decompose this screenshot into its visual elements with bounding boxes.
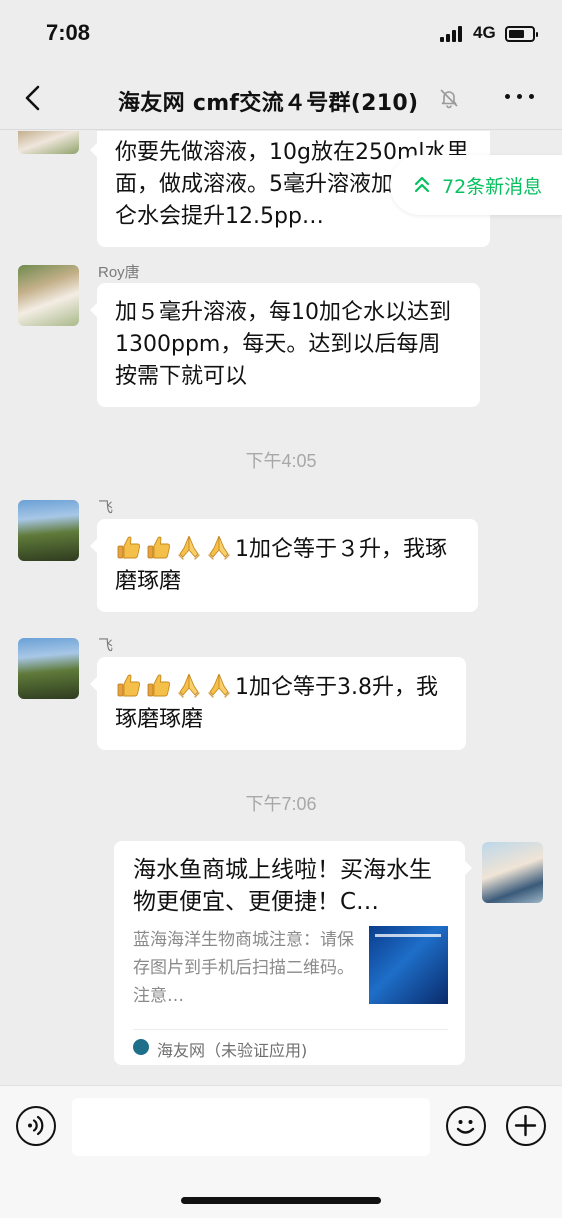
plus-icon xyxy=(514,1114,537,1137)
status-bar: 7:08 4G xyxy=(0,0,562,68)
signal-icon xyxy=(440,26,466,42)
sender-name: 飞 xyxy=(98,637,114,654)
network-label: 4G xyxy=(473,23,496,42)
emoji-button[interactable] xyxy=(446,1106,486,1146)
chevron-left-icon xyxy=(25,85,40,111)
praying-hands-icon xyxy=(208,673,230,698)
link-card[interactable]: 海水鱼商城上线啦！买海水生物更便宜、更便捷！C… 蓝海海洋生物商城注意：请保存图… xyxy=(114,841,472,1065)
praying-hands-icon xyxy=(208,535,230,560)
bell-off-icon xyxy=(438,87,460,109)
avatar[interactable] xyxy=(18,265,79,326)
thumbs-up-icon xyxy=(147,536,171,559)
message-bubble[interactable]: 1加仑等于3.8升，我琢磨琢磨 xyxy=(90,657,466,750)
card-description: 蓝海海洋生物商城注意：请保存图片到手机后扫描二维码。注意… xyxy=(133,930,354,1006)
card-thumbnail xyxy=(369,926,448,1004)
voice-button[interactable] xyxy=(16,1106,56,1146)
timestamp: 下午7:06 xyxy=(245,794,317,814)
app-icon xyxy=(133,1039,149,1055)
message-text: 加５毫升溶液，每10加仑水以达到1300ppm，每天。达到以后每周按需下就可以 xyxy=(115,300,451,389)
avatar[interactable] xyxy=(18,638,79,699)
praying-hands-icon xyxy=(178,535,200,560)
voice-icon xyxy=(28,1115,44,1136)
thumbs-up-icon xyxy=(117,674,141,697)
sender-name: 飞 xyxy=(98,499,114,516)
chat-title: 海友网 cmf交流４号群(210) xyxy=(118,91,419,116)
sender-name: Roy唐 xyxy=(98,264,140,281)
nav-bar: 海友网 cmf交流４号群(210) xyxy=(0,68,562,130)
emoji-row xyxy=(115,535,235,562)
avatar[interactable] xyxy=(18,500,79,561)
emoji-row xyxy=(115,673,235,700)
new-messages-button[interactable]: 72条新消息 xyxy=(390,155,562,215)
message-bubble[interactable]: 1加仑等于３升，我琢磨琢磨 xyxy=(90,519,478,612)
back-button[interactable] xyxy=(18,82,50,114)
message-list[interactable]: 你要先做溶液，10g放在250ml水里面，做成溶液。5毫升溶液加到1加仑水会提升… xyxy=(0,131,562,1085)
avatar[interactable] xyxy=(482,842,543,903)
timestamp: 下午4:05 xyxy=(245,451,317,471)
smiley-icon xyxy=(456,1120,475,1134)
thumbs-up-icon xyxy=(117,536,141,559)
double-chevron-up-icon xyxy=(414,176,430,193)
thumbs-up-icon xyxy=(147,674,171,697)
plus-button[interactable] xyxy=(506,1106,546,1146)
input-bar xyxy=(0,1085,562,1218)
praying-hands-icon xyxy=(178,673,200,698)
message-input[interactable] xyxy=(72,1098,430,1156)
message-bubble[interactable]: 加５毫升溶液，每10加仑水以达到1300ppm，每天。达到以后每周按需下就可以 xyxy=(90,283,480,407)
new-messages-label: 72条新消息 xyxy=(442,176,543,198)
card-source: 海友网（未验证应用) xyxy=(157,1041,308,1060)
more-button[interactable] xyxy=(505,94,535,102)
home-indicator xyxy=(181,1197,381,1204)
card-title: 海水鱼商城上线啦！买海水生物更便宜、更便捷！C… xyxy=(133,857,432,915)
battery-icon xyxy=(505,26,538,42)
card-divider xyxy=(133,1029,448,1030)
avatar[interactable] xyxy=(18,131,79,154)
status-time: 7:08 xyxy=(46,20,91,45)
battery-level xyxy=(509,30,525,38)
